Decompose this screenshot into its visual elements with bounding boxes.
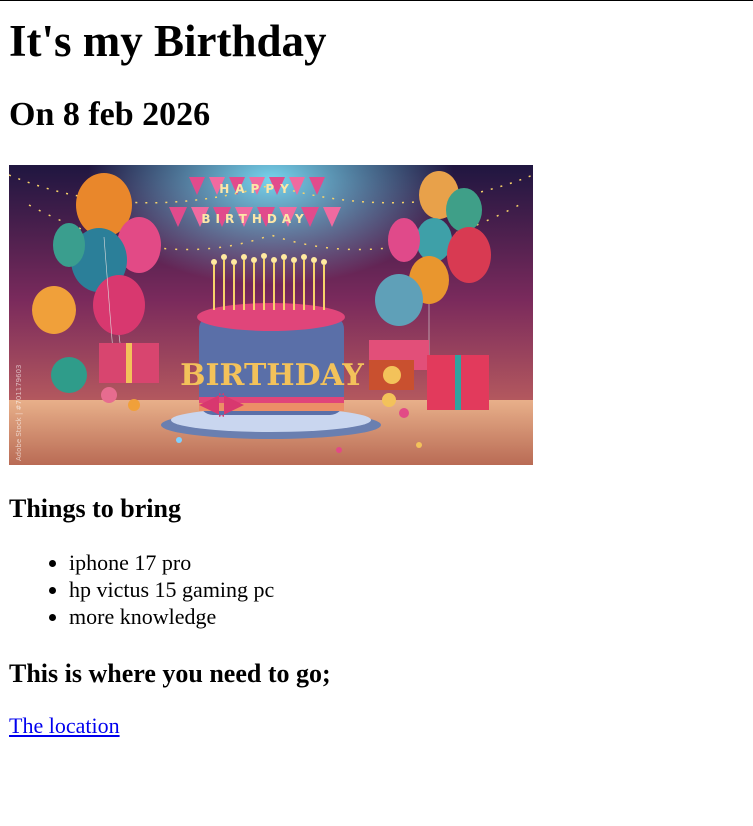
banner-line2: BIRTHDAY (201, 212, 308, 226)
date-heading: On 8 feb 2026 (9, 96, 211, 133)
watermark: Adobe Stock | #701179603 (15, 365, 23, 462)
bring-heading: Things to bring (9, 494, 181, 523)
cake-text: BIRTHDAY (180, 358, 364, 393)
location-heading: This is where you need to go; (9, 659, 331, 688)
list-item: iphone 17 pro (69, 549, 744, 576)
location-link[interactable]: The location (9, 712, 120, 740)
page-title: It's my Birthday (9, 16, 327, 66)
list-item: hp victus 15 gaming pc (69, 576, 744, 603)
birthday-image: HAPPY BIRTHDAY BIRTHDAY Adobe Stock | #7… (9, 165, 533, 465)
list-item: more knowledge (69, 603, 744, 630)
banner-line1: HAPPY (219, 182, 295, 196)
bring-list: iphone 17 pro hp victus 15 gaming pc mor… (9, 549, 744, 630)
page-content: It's my Birthday On 8 feb 2026 HAPPY BIR… (0, 15, 753, 740)
